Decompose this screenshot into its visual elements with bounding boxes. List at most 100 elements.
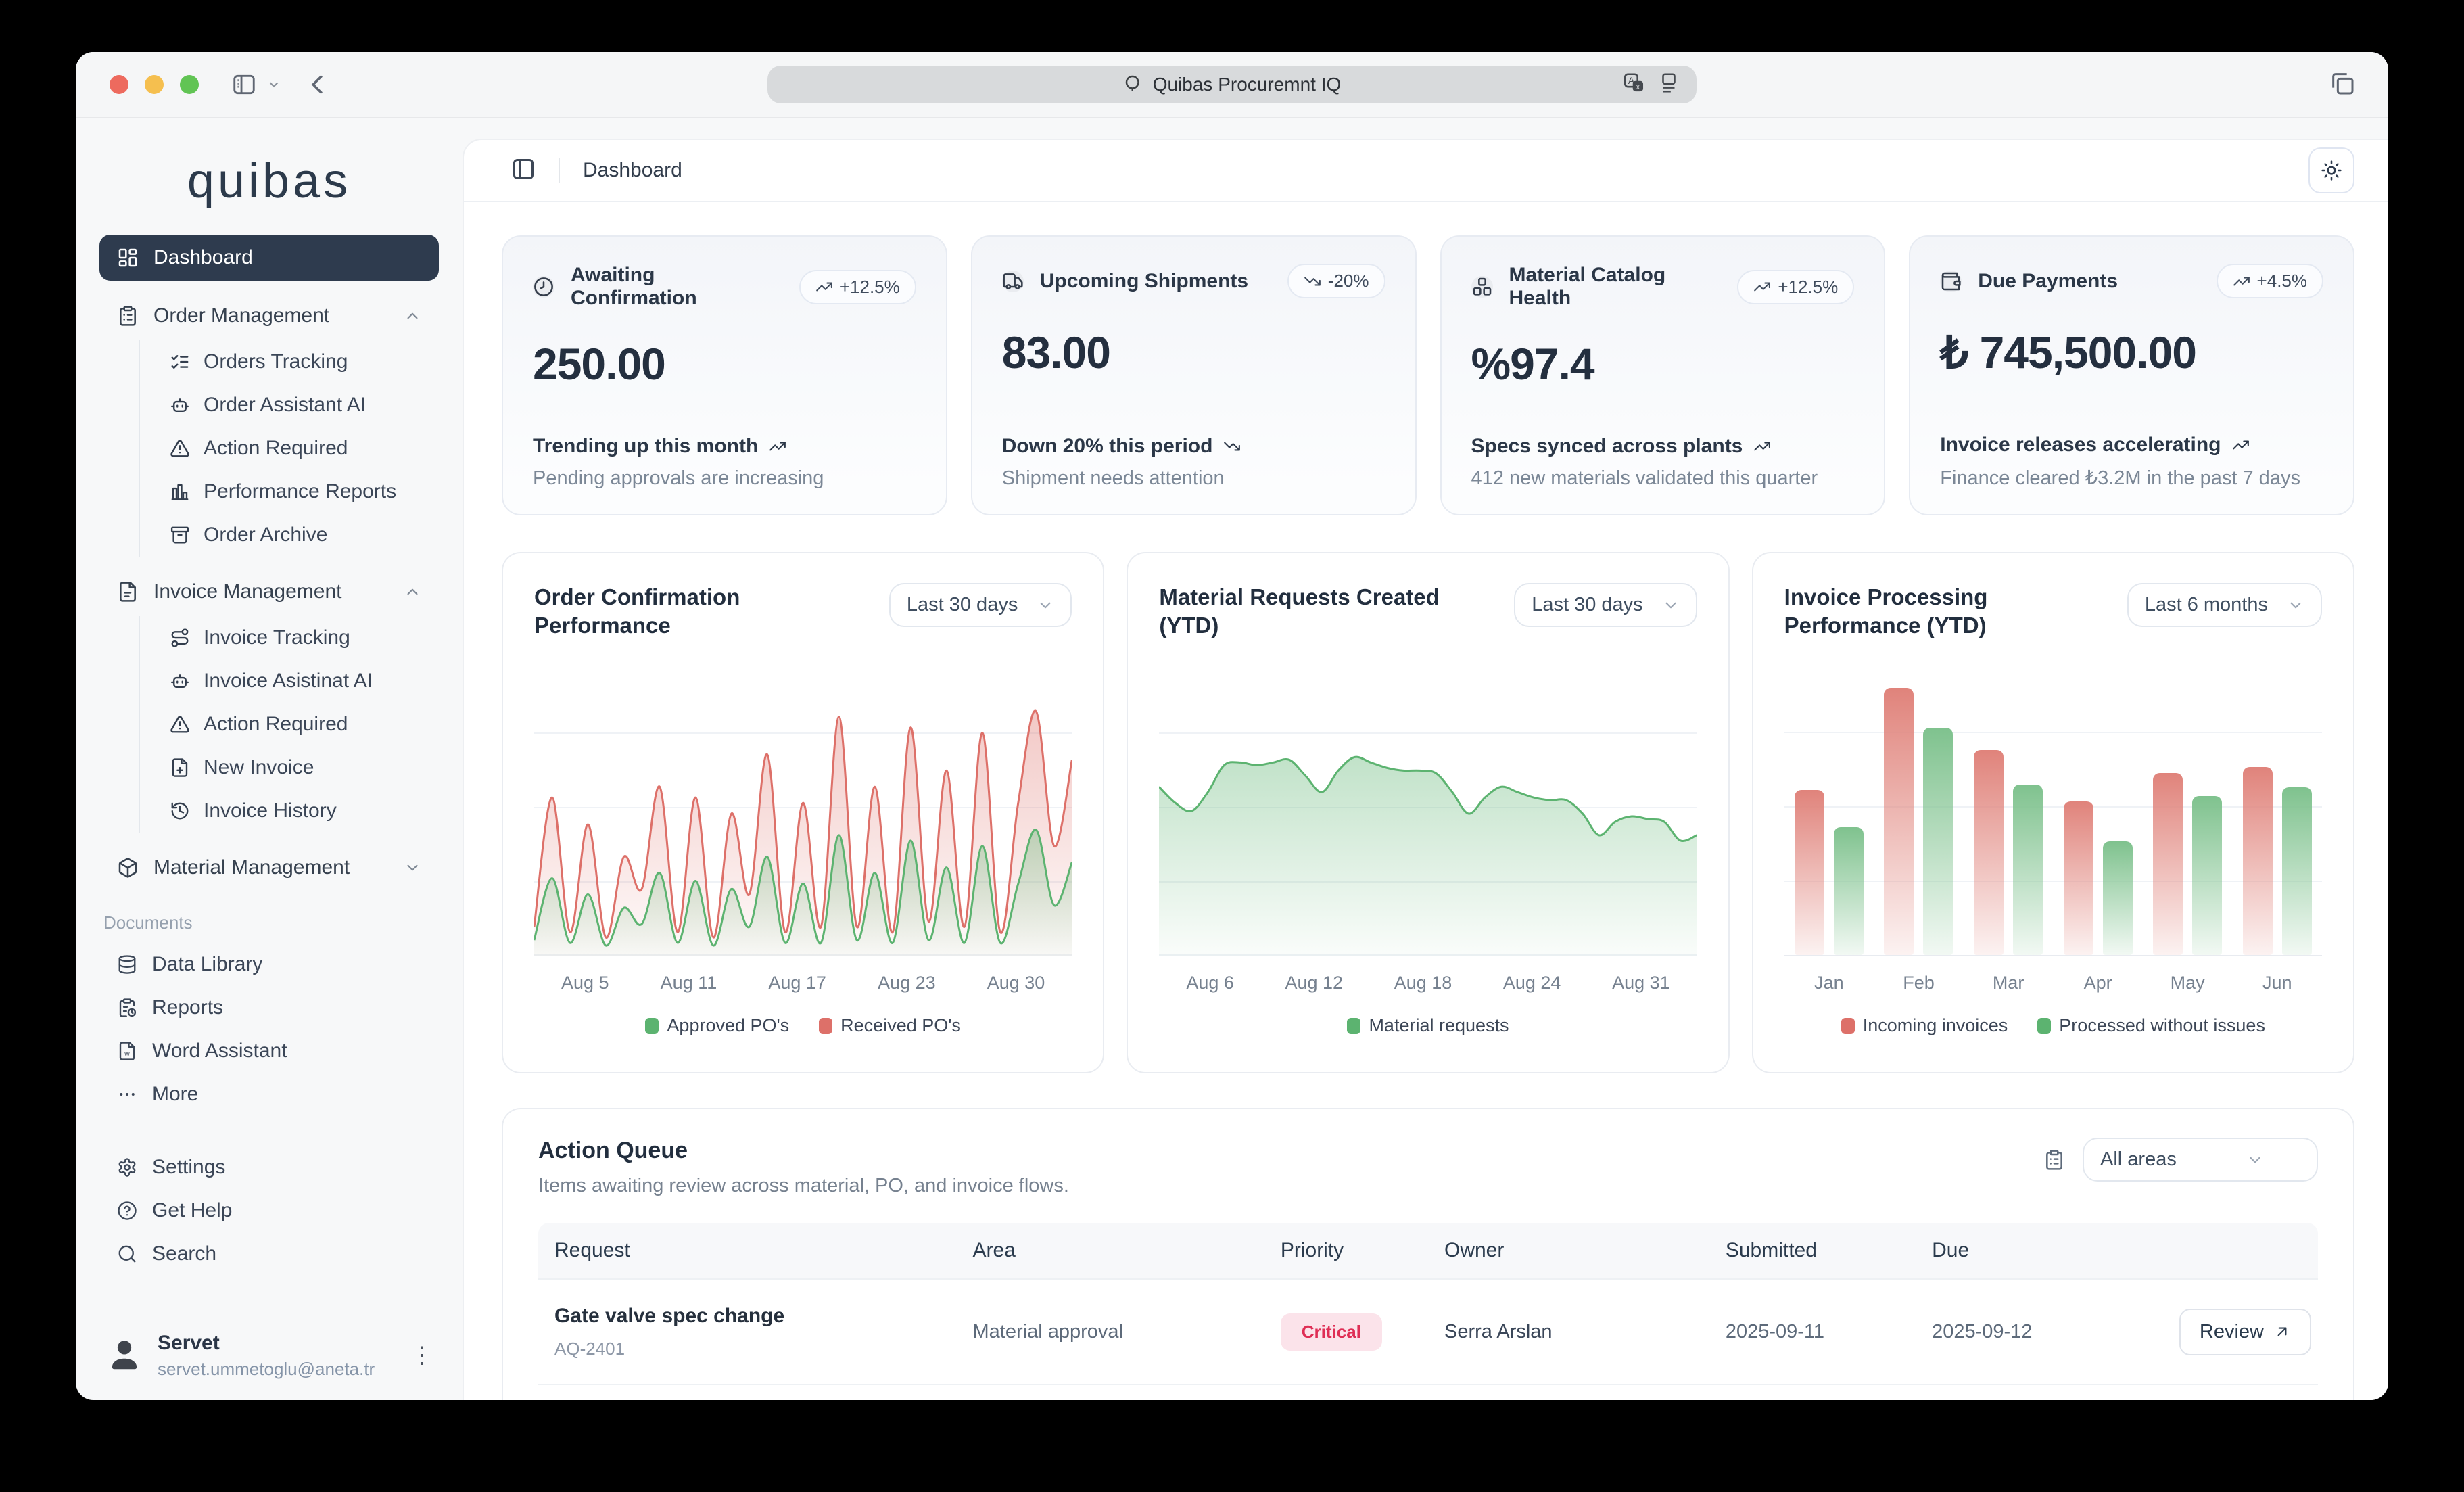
processed-bar-feb <box>1923 728 1953 955</box>
address-bar[interactable]: Quibas Procuremnt IQ Ax <box>767 66 1697 103</box>
range-select[interactable]: Last 6 months <box>2127 583 2322 627</box>
stat-card-due-payments: Due Payments +4.5% ₺ 745,500.00 Invoice … <box>1909 235 2354 515</box>
x-tick: Aug 5 <box>561 973 609 994</box>
sidebar-item-order-archive[interactable]: Order Archive <box>170 513 439 557</box>
range-select[interactable]: Last 30 days <box>1514 583 1697 627</box>
sidebar-group-order-management[interactable]: Order Management <box>99 294 439 337</box>
x-tick: Aug 31 <box>1612 973 1670 994</box>
bar-chart <box>1784 659 2322 956</box>
svg-text:w: w <box>124 1051 130 1058</box>
clock-icon <box>533 276 554 298</box>
chevron-down-icon <box>2287 597 2304 614</box>
review-button[interactable]: Review <box>2179 1309 2311 1355</box>
sidebar-item-orders-tracking[interactable]: Orders Tracking <box>170 340 439 383</box>
clipboard-icon <box>2043 1149 2065 1171</box>
legend-item: Processed without issues <box>2037 1015 2265 1036</box>
processed-bar-apr <box>2103 841 2133 955</box>
window-controls[interactable] <box>110 75 199 94</box>
incoming-bar-feb <box>1884 688 1914 955</box>
minimize-window-button[interactable] <box>145 75 164 94</box>
sidebar-item-invoice-history[interactable]: Invoice History <box>170 789 439 833</box>
sidebar-item-get-help[interactable]: Get Help <box>99 1189 439 1232</box>
chevron-down-icon <box>1662 597 1680 614</box>
section-title: Action Queue <box>538 1138 2043 1164</box>
range-select[interactable]: Last 30 days <box>889 583 1072 627</box>
bot-icon <box>170 395 190 415</box>
dashboard-grid-icon <box>117 247 139 269</box>
theme-toggle-button[interactable] <box>2308 147 2354 193</box>
divider <box>559 158 560 183</box>
processed-bar-may <box>2192 796 2222 955</box>
sidebar-item-word-assistant[interactable]: wWord Assistant <box>99 1029 439 1073</box>
close-window-button[interactable] <box>110 75 128 94</box>
incoming-bar-may <box>2153 773 2183 955</box>
sidebar-item-dashboard[interactable]: Dashboard <box>99 235 439 281</box>
trend-badge: -20% <box>1287 264 1385 298</box>
x-tick: Feb <box>1874 973 1964 994</box>
tab-overview-icon[interactable] <box>2329 70 2356 100</box>
x-tick: Aug 30 <box>987 973 1045 994</box>
alert-triangle-icon <box>170 438 190 459</box>
legend-item: Received PO's <box>819 1015 961 1036</box>
sidebar-item-order-assistant-ai[interactable]: Order Assistant AI <box>170 383 439 427</box>
legend-item: Approved PO's <box>645 1015 789 1036</box>
content-header: Dashboard <box>464 140 2388 202</box>
translate-icon[interactable]: Ax <box>1622 72 1645 98</box>
browser-sidebar-icon[interactable] <box>231 72 257 97</box>
bar-chart-icon <box>170 482 190 502</box>
area-filter-select[interactable]: All areas <box>2083 1138 2318 1182</box>
database-icon <box>117 954 137 975</box>
user-card[interactable]: Servet servet.ummetoglu@aneta.tr ⋮ <box>99 1332 439 1380</box>
back-button[interactable] <box>306 72 331 97</box>
chart-cards: Order Confirmation Performance Last 30 d… <box>502 552 2354 1073</box>
sun-icon <box>2321 160 2342 181</box>
chart-order-confirmation-performance: Order Confirmation Performance Last 30 d… <box>502 552 1104 1073</box>
sidebar-groups: Order ManagementOrders TrackingOrder Ass… <box>99 294 439 889</box>
browser-toolbar: Quibas Procuremnt IQ Ax <box>76 52 2388 118</box>
sidebar-group-material-management[interactable]: Material Management <box>99 846 439 889</box>
sidebar-item-reports[interactable]: Reports <box>99 986 439 1029</box>
column-header-submitted: Submitted <box>1709 1239 1916 1262</box>
stat-card-upcoming-shipments: Upcoming Shipments -20% 83.00 Down 20% t… <box>971 235 1417 515</box>
avatar <box>105 1334 144 1377</box>
processed-bar-jun <box>2282 787 2312 955</box>
stat-value: %97.4 <box>1471 338 1855 390</box>
browser-window: Quibas Procuremnt IQ Ax quibas Dashboard… <box>76 52 2388 1400</box>
file-text-icon <box>117 581 139 603</box>
sidebar-item-search[interactable]: Search <box>99 1232 439 1276</box>
chevron-down-icon[interactable] <box>266 77 281 92</box>
zoom-window-button[interactable] <box>180 75 199 94</box>
chevron-up-icon <box>404 583 421 601</box>
reader-view-icon[interactable] <box>1657 72 1680 98</box>
trend-up-icon <box>1753 438 1771 455</box>
gear-icon <box>117 1157 137 1178</box>
clipboard-clock-icon <box>117 998 137 1018</box>
route-icon <box>170 628 190 648</box>
x-tick: Aug 23 <box>878 973 936 994</box>
user-menu-kebab-icon[interactable]: ⋮ <box>410 1349 433 1362</box>
alert-triangle-icon <box>170 714 190 735</box>
sidebar-item-action-required[interactable]: Action Required <box>170 427 439 470</box>
file-plus-icon <box>170 757 190 778</box>
request-code: AQ-2401 <box>554 1338 957 1359</box>
panel-toggle-icon[interactable] <box>511 157 536 185</box>
search-icon <box>117 1244 137 1264</box>
list-checks-icon <box>170 352 190 372</box>
sidebar-item-invoice-tracking[interactable]: Invoice Tracking <box>170 616 439 659</box>
chart-legend: Approved PO's Received PO's <box>534 1015 1072 1036</box>
sidebar-item-new-invoice[interactable]: New Invoice <box>170 746 439 789</box>
request-title: Gate valve spec change <box>554 1305 957 1328</box>
sidebar-item-settings[interactable]: Settings <box>99 1146 439 1189</box>
sidebar-item-data-library[interactable]: Data Library <box>99 943 439 986</box>
sidebar-item-action-required[interactable]: Action Required <box>170 703 439 746</box>
trend-up-icon <box>2232 436 2250 454</box>
stat-card-material-catalog-health: Material Catalog Health +12.5% %97.4 Spe… <box>1440 235 1886 515</box>
help-circle-icon <box>117 1200 137 1221</box>
sidebar-item-more[interactable]: More <box>99 1073 439 1116</box>
sidebar-item-performance-reports[interactable]: Performance Reports <box>170 470 439 513</box>
x-tick: Jan <box>1784 973 1874 994</box>
chevron-down-icon <box>1037 597 1054 614</box>
sidebar-item-invoice-asistinat-ai[interactable]: Invoice Asistinat AI <box>170 659 439 703</box>
sidebar-group-invoice-management[interactable]: Invoice Management <box>99 570 439 613</box>
breadcrumb: Dashboard <box>583 159 682 182</box>
